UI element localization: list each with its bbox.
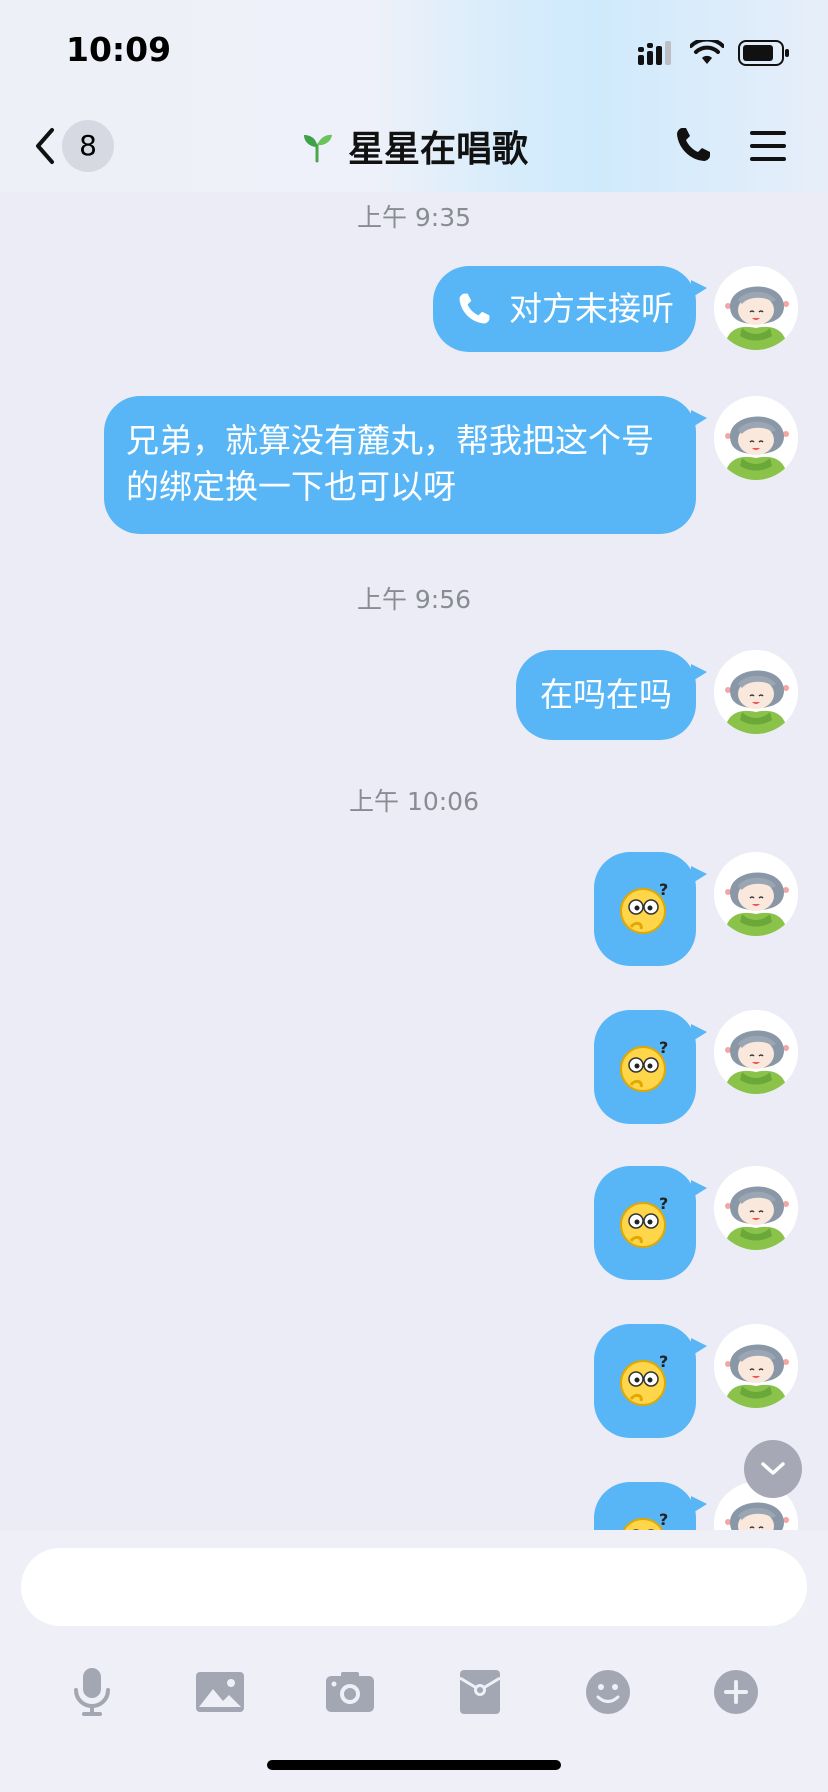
message-list[interactable]: 上午 9:35 对方未接听 兄弟，就算没有麓丸，帮我把这个号的绑定换一下也可以呀… (0, 192, 828, 1530)
message-input[interactable] (21, 1548, 807, 1626)
microphone-icon (74, 1668, 110, 1716)
message-row: ? (594, 852, 798, 966)
timestamp: 上午 9:35 (356, 203, 472, 232)
chevron-down-icon (761, 1462, 785, 1475)
plus-icon (714, 1670, 758, 1714)
voice-button[interactable] (66, 1666, 118, 1718)
sprout-icon (303, 134, 332, 163)
emoji-message-bubble[interactable]: ? (594, 1166, 707, 1280)
thinking-emoji-icon: ? (620, 1195, 668, 1248)
menu-icon[interactable] (748, 128, 788, 164)
svg-text:?: ? (659, 1195, 668, 1213)
timestamp: 上午 9:56 (356, 585, 472, 614)
home-indicator[interactable] (267, 1760, 561, 1770)
red-packet-icon (459, 1670, 501, 1714)
phone-icon[interactable] (672, 124, 714, 166)
text-message-bubble[interactable]: 兄弟，就算没有麓丸，帮我把这个号的绑定换一下也可以呀 (104, 396, 707, 534)
avatar[interactable] (714, 852, 798, 936)
thinking-emoji-icon: ? (620, 1353, 668, 1406)
scroll-to-bottom-button[interactable] (744, 1440, 802, 1498)
emoji-message-bubble[interactable]: ? (594, 1324, 707, 1438)
composer-toolbar (0, 1640, 828, 1740)
status-icons (638, 38, 790, 68)
emoji-message-bubble[interactable]: ? (594, 1010, 707, 1124)
text-message-bubble[interactable]: 在吗在吗 (516, 650, 707, 740)
message-row: ? (594, 1324, 798, 1438)
avatar[interactable] (714, 1166, 798, 1250)
chat-screen: 10:09 8 星星在唱歌 上午 9:35 对方未接听 兄弟，就算没有麓丸，帮我… (0, 0, 828, 1792)
emoji-message-bubble[interactable]: ? (594, 1482, 707, 1530)
message-row: ? (594, 1166, 798, 1280)
status-time: 10:09 (66, 30, 172, 69)
svg-text:?: ? (659, 1353, 668, 1371)
phone-icon (459, 293, 490, 324)
emoji-button[interactable] (582, 1666, 634, 1718)
thinking-emoji-icon: ? (622, 1511, 668, 1530)
composer-area (0, 1530, 828, 1792)
avatar[interactable] (714, 396, 798, 480)
avatar[interactable] (714, 650, 798, 734)
chat-title[interactable]: 星星在唱歌 (348, 120, 528, 172)
message-row: 对方未接听 (433, 266, 798, 352)
top-bar: 10:09 8 星星在唱歌 (0, 0, 828, 192)
image-button[interactable] (194, 1666, 246, 1718)
signal-icon (638, 41, 671, 65)
camera-button[interactable] (324, 1666, 376, 1718)
emoji-icon (586, 1670, 630, 1714)
wifi-icon (690, 40, 724, 64)
message-text: 在吗在吗 (540, 675, 672, 714)
message-row: 在吗在吗 (516, 650, 798, 740)
svg-text:?: ? (659, 1511, 668, 1529)
avatar[interactable] (714, 1324, 798, 1408)
thinking-emoji-icon: ? (620, 881, 668, 934)
message-row: ? (594, 1010, 798, 1124)
avatar[interactable] (714, 266, 798, 350)
more-button[interactable] (710, 1666, 762, 1718)
red-packet-button[interactable] (454, 1666, 506, 1718)
call-record-bubble[interactable]: 对方未接听 (433, 266, 707, 352)
timestamp: 上午 10:06 (349, 787, 479, 816)
image-icon (196, 1672, 244, 1712)
emoji-message-bubble[interactable]: ? (594, 852, 707, 966)
thinking-emoji-icon: ? (620, 1039, 668, 1092)
svg-text:?: ? (659, 881, 668, 899)
battery-icon (738, 40, 789, 66)
message-text: 兄弟，就算没有麓丸，帮我把这个号的绑定换一下也可以呀 (126, 421, 654, 506)
avatar[interactable] (714, 1010, 798, 1094)
call-record-text: 对方未接听 (509, 289, 674, 328)
message-row: 兄弟，就算没有麓丸，帮我把这个号的绑定换一下也可以呀 (104, 396, 798, 534)
svg-text:?: ? (659, 1039, 668, 1057)
camera-icon (326, 1672, 374, 1712)
